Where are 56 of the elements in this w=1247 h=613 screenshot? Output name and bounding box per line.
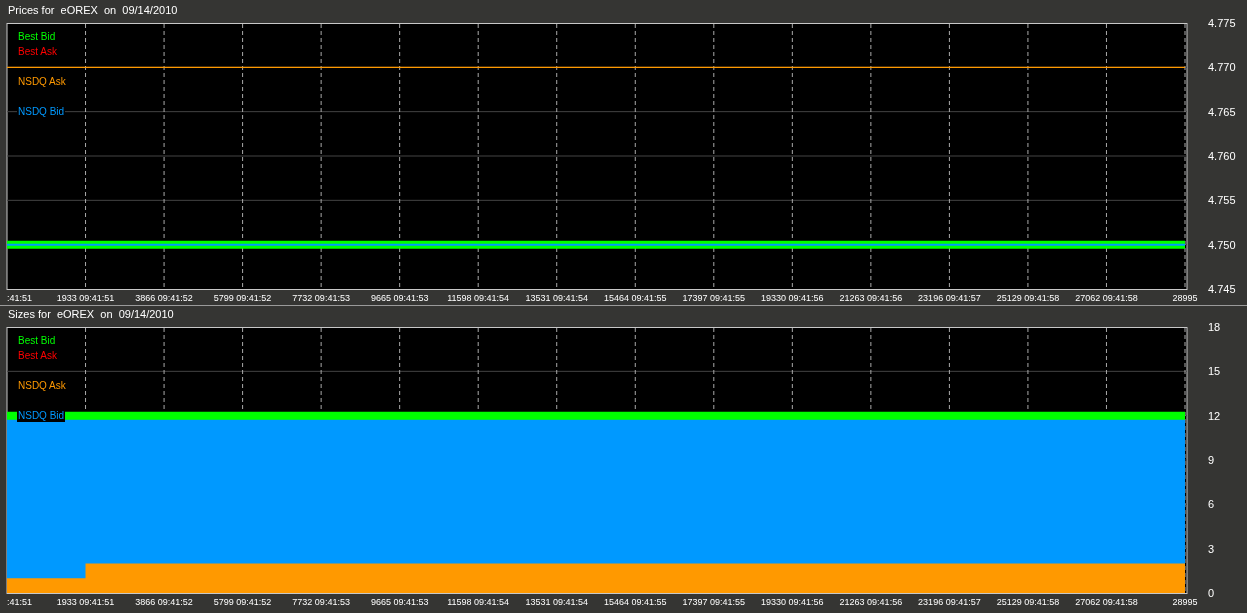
x-tick-label: 9665 09:41:53 [370,293,429,303]
x-tick-label: 27062 09:41:58 [1075,597,1138,607]
chart-title: Prices for eOREX on 09/14/2010 [8,2,178,18]
x-tick-label: 15464 09:41:55 [604,293,667,303]
x-tick-label: 13531 09:41:54 [525,597,588,607]
y-tick-label: 4.775 [1208,17,1236,29]
y-tick-label: 3 [1208,542,1215,555]
x-tick-label: 23196 09:41:57 [918,597,981,607]
legend-label: NSDQ Ask [17,380,67,392]
x-tick-label: 23196 09:41:57 [918,293,981,303]
y-tick-label: 4.745 [1208,283,1236,295]
y-tick-label: 4.760 [1208,150,1236,162]
legend-label: Best Bid [17,335,57,347]
x-tick-label: 9665 09:41:53 [370,597,429,607]
y-tick-label: 0 [1208,587,1215,599]
x-tick-label: 11598 09:41:54 [447,597,510,607]
x-tick-label: 25129 09:41:58 [996,597,1060,607]
x-tick-label: 17397 09:41:55 [682,597,746,607]
x-tick-label: 5799 09:41:52 [213,293,272,303]
legend-label: NSDQ Bid [17,106,66,118]
legend-label: Best Bid [17,31,57,43]
legend-label: NSDQ Bid [17,410,66,422]
x-tick-label: 28995 [1172,293,1198,303]
legend-label: NSDQ Ask [17,76,67,88]
y-tick-label: 4.750 [1208,238,1236,251]
x-tick-label: 13531 09:41:54 [525,293,588,303]
x-tick-label: 28995 [1172,597,1198,607]
x-tick-label: 19330 09:41:56 [761,597,824,607]
x-tick-label: 11598 09:41:54 [447,293,510,303]
x-tick-label: 21263 09:41:56 [839,597,903,607]
y-tick-label: 12 [1208,409,1221,422]
y-tick-label: 4.765 [1208,105,1236,118]
y-tick-label: 18 [1208,321,1221,333]
y-tick-label: 15 [1208,365,1221,378]
x-tick-label: 27062 09:41:58 [1075,293,1138,303]
x-tick-label: :41:51 [7,293,33,303]
x-tick-label: 5799 09:41:52 [213,597,272,607]
legend-label: Best Ask [17,350,58,362]
x-tick-label: 15464 09:41:55 [604,597,667,607]
y-tick-label: 4.770 [1208,61,1236,74]
x-tick-label: 1933 09:41:51 [56,293,115,303]
x-tick-label: 3866 09:41:52 [135,597,193,607]
x-tick-label: 25129 09:41:58 [996,293,1060,303]
x-tick-label: 1933 09:41:51 [56,597,115,607]
x-tick-label: 17397 09:41:55 [682,293,746,303]
x-tick-label: 21263 09:41:56 [839,293,903,303]
x-tick-label: :41:51 [7,597,33,607]
x-tick-label: 7732 09:41:53 [292,597,350,607]
chart-title: Sizes for eOREX on 09/14/2010 [8,306,174,322]
x-tick-label: 7732 09:41:53 [292,293,350,303]
legend-label: Best Ask [17,46,58,58]
y-tick-label: 6 [1208,498,1215,511]
x-tick-label: 19330 09:41:56 [761,293,824,303]
y-tick-label: 4.755 [1208,194,1236,207]
x-tick-label: 3866 09:41:52 [135,293,193,303]
y-tick-label: 9 [1208,454,1215,466]
